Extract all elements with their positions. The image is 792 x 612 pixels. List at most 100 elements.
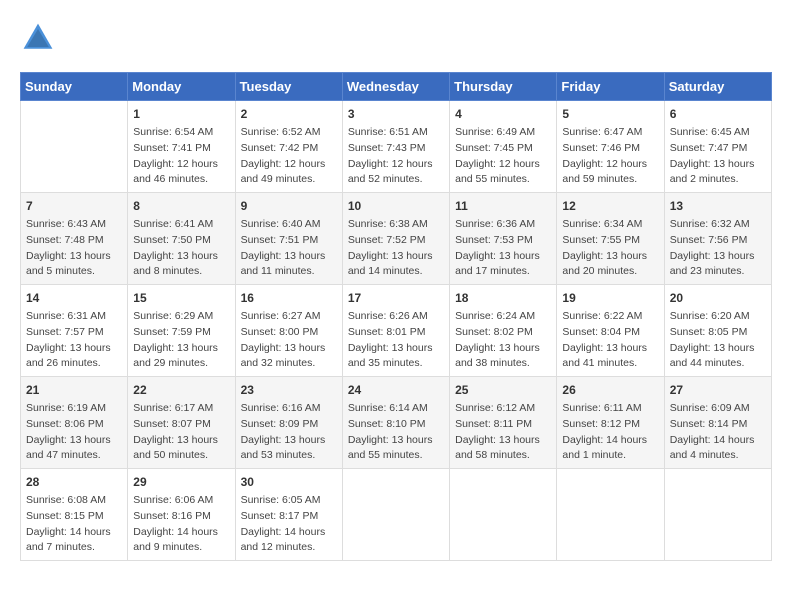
- day-info: Sunrise: 6:36 AMSunset: 7:53 PMDaylight:…: [455, 217, 551, 280]
- weekday-header-thursday: Thursday: [450, 73, 557, 101]
- calendar-week-3: 14 Sunrise: 6:31 AMSunset: 7:57 PMDayligh…: [21, 285, 772, 377]
- calendar-day: 25 Sunrise: 6:12 AMSunset: 8:11 PMDayligh…: [450, 377, 557, 469]
- day-info: Sunrise: 6:19 AMSunset: 8:06 PMDaylight:…: [26, 401, 122, 464]
- day-number: 15: [133, 289, 229, 307]
- calendar-day: 6 Sunrise: 6:45 AMSunset: 7:47 PMDaylight…: [664, 101, 771, 193]
- day-number: 7: [26, 197, 122, 215]
- day-number: 4: [455, 105, 551, 123]
- day-info: Sunrise: 6:24 AMSunset: 8:02 PMDaylight:…: [455, 309, 551, 372]
- day-info: Sunrise: 6:14 AMSunset: 8:10 PMDaylight:…: [348, 401, 444, 464]
- day-info: Sunrise: 6:43 AMSunset: 7:48 PMDaylight:…: [26, 217, 122, 280]
- page-header: [20, 20, 772, 56]
- calendar-day: 5 Sunrise: 6:47 AMSunset: 7:46 PMDaylight…: [557, 101, 664, 193]
- day-info: Sunrise: 6:47 AMSunset: 7:46 PMDaylight:…: [562, 125, 658, 188]
- day-info: Sunrise: 6:49 AMSunset: 7:45 PMDaylight:…: [455, 125, 551, 188]
- calendar-header: SundayMondayTuesdayWednesdayThursdayFrid…: [21, 73, 772, 101]
- weekday-header-friday: Friday: [557, 73, 664, 101]
- calendar-day: [21, 101, 128, 193]
- day-info: Sunrise: 6:38 AMSunset: 7:52 PMDaylight:…: [348, 217, 444, 280]
- day-info: Sunrise: 6:26 AMSunset: 8:01 PMDaylight:…: [348, 309, 444, 372]
- day-info: Sunrise: 6:16 AMSunset: 8:09 PMDaylight:…: [241, 401, 337, 464]
- calendar-day: 11 Sunrise: 6:36 AMSunset: 7:53 PMDayligh…: [450, 193, 557, 285]
- day-number: 22: [133, 381, 229, 399]
- day-info: Sunrise: 6:34 AMSunset: 7:55 PMDaylight:…: [562, 217, 658, 280]
- calendar-day: [664, 469, 771, 561]
- day-number: 6: [670, 105, 766, 123]
- day-number: 17: [348, 289, 444, 307]
- calendar-day: 10 Sunrise: 6:38 AMSunset: 7:52 PMDayligh…: [342, 193, 449, 285]
- calendar-day: 7 Sunrise: 6:43 AMSunset: 7:48 PMDaylight…: [21, 193, 128, 285]
- calendar-day: 21 Sunrise: 6:19 AMSunset: 8:06 PMDayligh…: [21, 377, 128, 469]
- calendar-day: [450, 469, 557, 561]
- day-info: Sunrise: 6:40 AMSunset: 7:51 PMDaylight:…: [241, 217, 337, 280]
- day-info: Sunrise: 6:20 AMSunset: 8:05 PMDaylight:…: [670, 309, 766, 372]
- calendar-week-1: 1 Sunrise: 6:54 AMSunset: 7:41 PMDaylight…: [21, 101, 772, 193]
- calendar-week-2: 7 Sunrise: 6:43 AMSunset: 7:48 PMDaylight…: [21, 193, 772, 285]
- calendar-day: 12Sunrise: 6:34 AMSunset: 7:55 PMDayligh…: [557, 193, 664, 285]
- calendar-day: 13 Sunrise: 6:32 AMSunset: 7:56 PMDayligh…: [664, 193, 771, 285]
- calendar-table: SundayMondayTuesdayWednesdayThursdayFrid…: [20, 72, 772, 561]
- day-number: 16: [241, 289, 337, 307]
- day-info: Sunrise: 6:27 AMSunset: 8:00 PMDaylight:…: [241, 309, 337, 372]
- day-info: Sunrise: 6:09 AMSunset: 8:14 PMDaylight:…: [670, 401, 766, 464]
- calendar-day: 17 Sunrise: 6:26 AMSunset: 8:01 PMDayligh…: [342, 285, 449, 377]
- calendar-day: 30Sunrise: 6:05 AMSunset: 8:17 PMDayligh…: [235, 469, 342, 561]
- day-number: 2: [241, 105, 337, 123]
- day-info: Sunrise: 6:31 AMSunset: 7:57 PMDaylight:…: [26, 309, 122, 372]
- day-number: 18: [455, 289, 551, 307]
- day-number: 9: [241, 197, 337, 215]
- weekday-header-sunday: Sunday: [21, 73, 128, 101]
- calendar-day: 19 Sunrise: 6:22 AMSunset: 8:04 PMDayligh…: [557, 285, 664, 377]
- day-info: Sunrise: 6:29 AMSunset: 7:59 PMDaylight:…: [133, 309, 229, 372]
- weekday-row: SundayMondayTuesdayWednesdayThursdayFrid…: [21, 73, 772, 101]
- calendar-day: 28Sunrise: 6:08 AMSunset: 8:15 PMDayligh…: [21, 469, 128, 561]
- calendar-day: 9 Sunrise: 6:40 AMSunset: 7:51 PMDaylight…: [235, 193, 342, 285]
- day-number: 29: [133, 473, 229, 491]
- day-info: Sunrise: 6:05 AMSunset: 8:17 PMDaylight:…: [241, 493, 337, 556]
- calendar-day: 23 Sunrise: 6:16 AMSunset: 8:09 PMDayligh…: [235, 377, 342, 469]
- day-info: Sunrise: 6:41 AMSunset: 7:50 PMDaylight:…: [133, 217, 229, 280]
- calendar-body: 1 Sunrise: 6:54 AMSunset: 7:41 PMDaylight…: [21, 101, 772, 561]
- day-number: 21: [26, 381, 122, 399]
- calendar-day: 8 Sunrise: 6:41 AMSunset: 7:50 PMDaylight…: [128, 193, 235, 285]
- weekday-header-tuesday: Tuesday: [235, 73, 342, 101]
- weekday-header-monday: Monday: [128, 73, 235, 101]
- calendar-week-4: 21 Sunrise: 6:19 AMSunset: 8:06 PMDayligh…: [21, 377, 772, 469]
- day-number: 1: [133, 105, 229, 123]
- calendar-day: 16 Sunrise: 6:27 AMSunset: 8:00 PMDayligh…: [235, 285, 342, 377]
- calendar-day: 14 Sunrise: 6:31 AMSunset: 7:57 PMDayligh…: [21, 285, 128, 377]
- day-number: 10: [348, 197, 444, 215]
- calendar-day: 22Sunrise: 6:17 AMSunset: 8:07 PMDayligh…: [128, 377, 235, 469]
- day-number: 26: [562, 381, 658, 399]
- day-number: 25: [455, 381, 551, 399]
- day-info: Sunrise: 6:45 AMSunset: 7:47 PMDaylight:…: [670, 125, 766, 188]
- calendar-day: 24 Sunrise: 6:14 AMSunset: 8:10 PMDayligh…: [342, 377, 449, 469]
- logo-icon: [20, 20, 56, 56]
- weekday-header-wednesday: Wednesday: [342, 73, 449, 101]
- day-number: 11: [455, 197, 551, 215]
- day-info: Sunrise: 6:54 AMSunset: 7:41 PMDaylight:…: [133, 125, 229, 188]
- day-number: 14: [26, 289, 122, 307]
- calendar-day: 1 Sunrise: 6:54 AMSunset: 7:41 PMDaylight…: [128, 101, 235, 193]
- day-number: 19: [562, 289, 658, 307]
- calendar-day: 26 Sunrise: 6:11 AMSunset: 8:12 PMDayligh…: [557, 377, 664, 469]
- calendar-week-5: 28Sunrise: 6:08 AMSunset: 8:15 PMDayligh…: [21, 469, 772, 561]
- day-number: 28: [26, 473, 122, 491]
- calendar-day: 4 Sunrise: 6:49 AMSunset: 7:45 PMDaylight…: [450, 101, 557, 193]
- day-number: 20: [670, 289, 766, 307]
- day-info: Sunrise: 6:51 AMSunset: 7:43 PMDaylight:…: [348, 125, 444, 188]
- calendar-day: 20 Sunrise: 6:20 AMSunset: 8:05 PMDayligh…: [664, 285, 771, 377]
- day-number: 3: [348, 105, 444, 123]
- day-info: Sunrise: 6:32 AMSunset: 7:56 PMDaylight:…: [670, 217, 766, 280]
- day-number: 8: [133, 197, 229, 215]
- calendar-day: 2Sunrise: 6:52 AMSunset: 7:42 PMDaylight…: [235, 101, 342, 193]
- day-number: 23: [241, 381, 337, 399]
- calendar-day: 29Sunrise: 6:06 AMSunset: 8:16 PMDayligh…: [128, 469, 235, 561]
- day-info: Sunrise: 6:22 AMSunset: 8:04 PMDaylight:…: [562, 309, 658, 372]
- day-number: 24: [348, 381, 444, 399]
- day-number: 13: [670, 197, 766, 215]
- day-info: Sunrise: 6:11 AMSunset: 8:12 PMDaylight:…: [562, 401, 658, 464]
- day-number: 5: [562, 105, 658, 123]
- calendar-day: 27Sunrise: 6:09 AMSunset: 8:14 PMDayligh…: [664, 377, 771, 469]
- day-info: Sunrise: 6:12 AMSunset: 8:11 PMDaylight:…: [455, 401, 551, 464]
